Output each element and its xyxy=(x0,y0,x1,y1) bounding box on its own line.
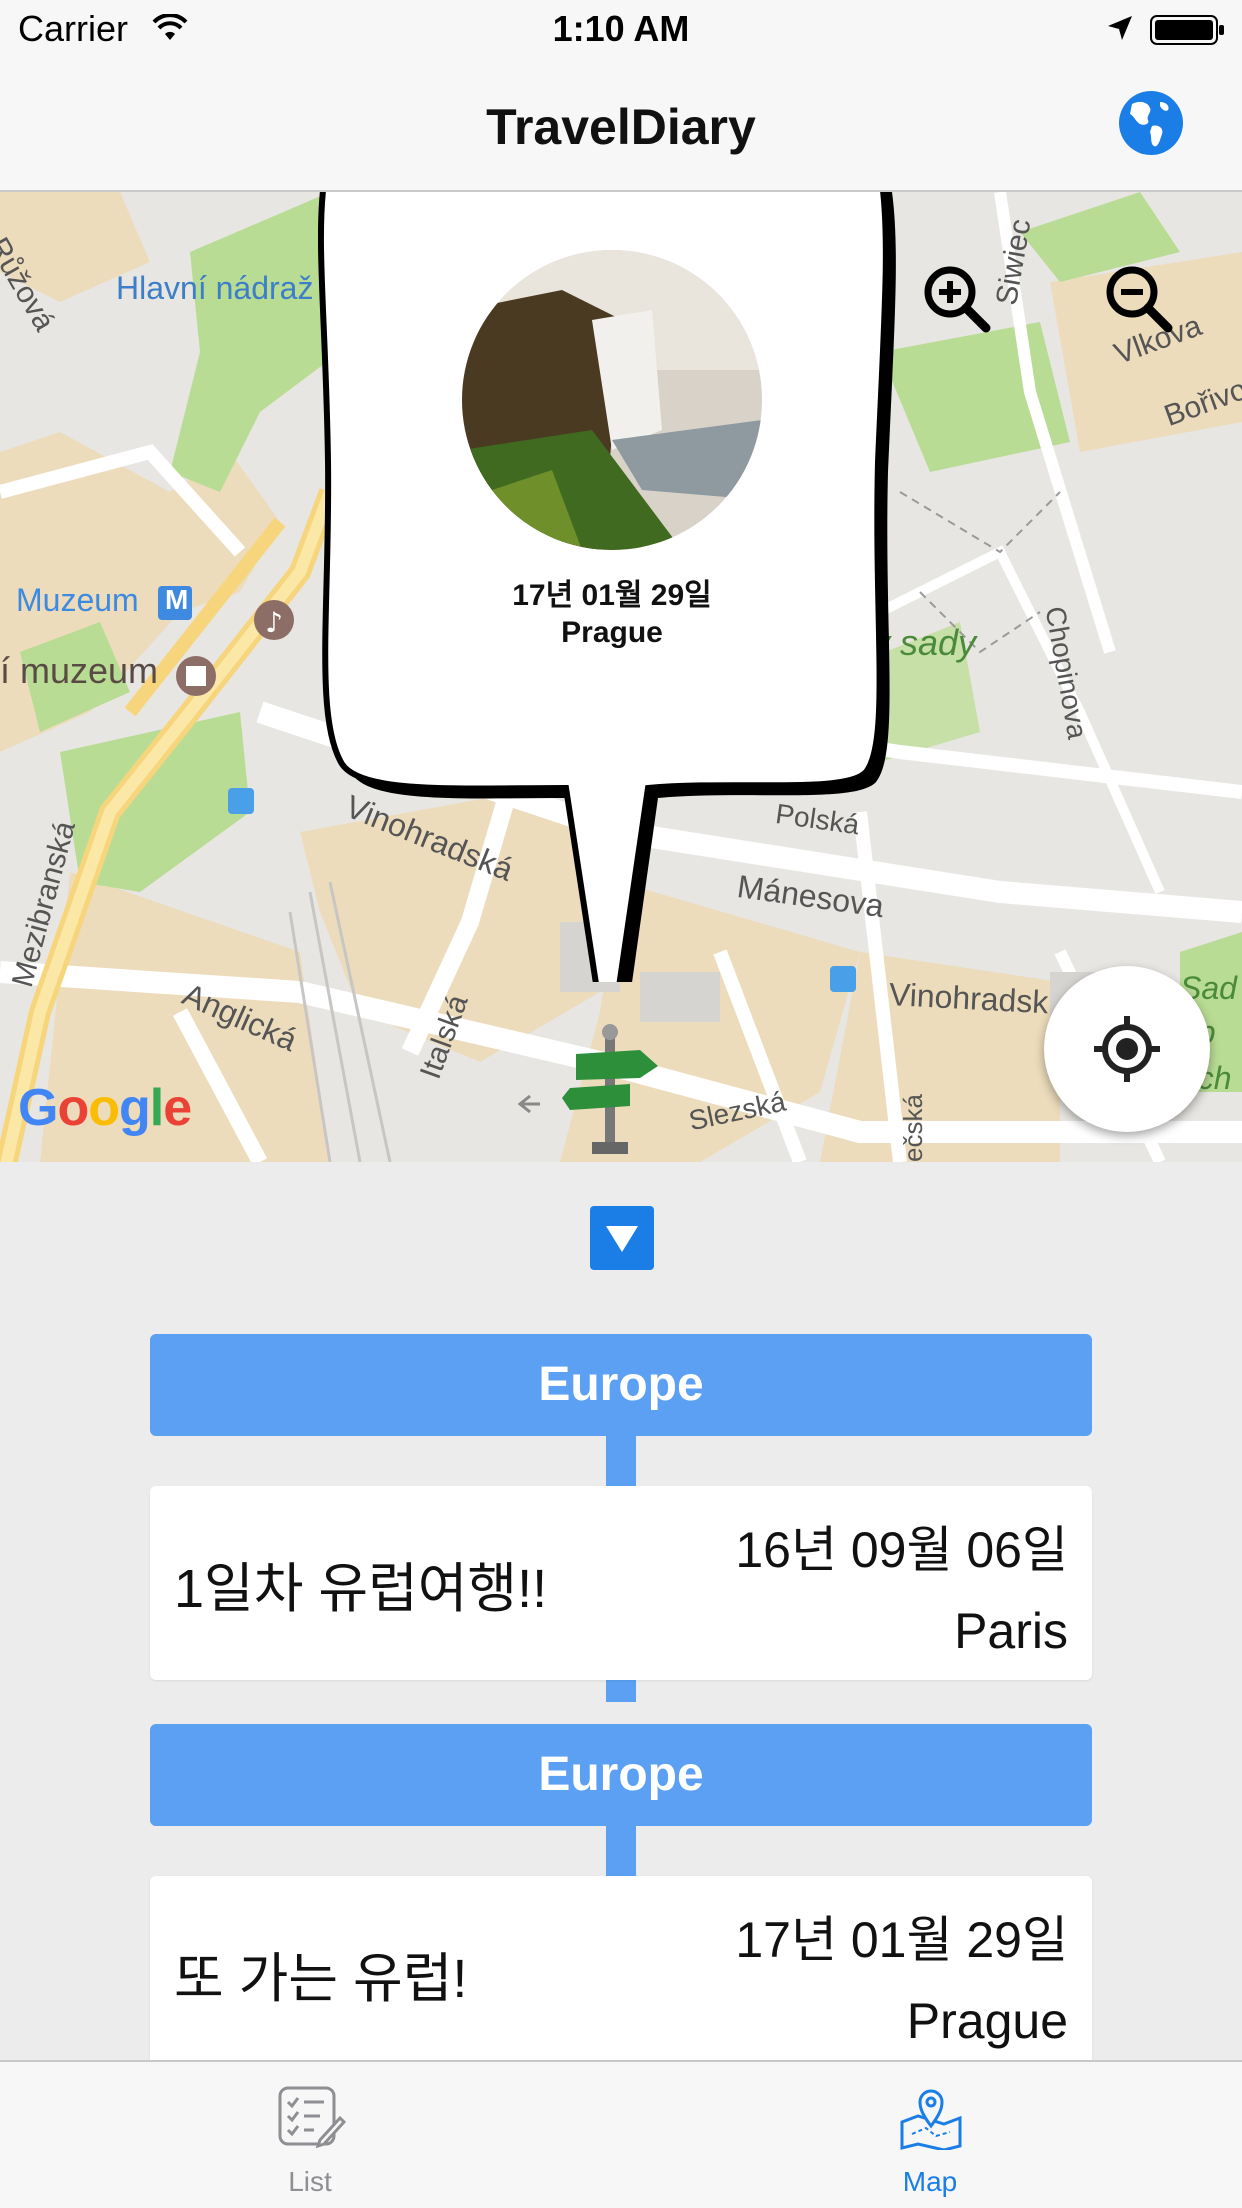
region-header[interactable]: Europe xyxy=(150,1724,1092,1826)
location-arrow-icon xyxy=(1108,16,1132,40)
callout-city: Prague xyxy=(561,616,663,649)
map-pin-icon xyxy=(900,2089,962,2150)
zoom-in-icon[interactable] xyxy=(920,262,992,334)
timeline-connector xyxy=(606,1680,636,1702)
timeline-connector xyxy=(606,1436,636,1486)
map-label-station: Hlavní nádraž xyxy=(116,270,314,306)
metro-icon: M xyxy=(165,584,189,615)
tab-map-label: Map xyxy=(902,2166,958,2197)
trip-date: 17년 01월 29일 xyxy=(735,1912,1068,1968)
triangle-down-icon xyxy=(606,1226,638,1252)
svg-text:♪: ♪ xyxy=(265,606,283,639)
trip-card[interactable]: 또 가는 유럽! 17년 01월 29일 Prague xyxy=(150,1876,1092,2070)
map-label-poi: í muzeum xyxy=(0,650,159,691)
tab-bar: List Map xyxy=(0,2060,1242,2208)
trip-title: 1일차 유럽여행!! xyxy=(174,1559,548,1619)
tab-list-label: List xyxy=(288,2166,332,2197)
tab-map[interactable]: Map xyxy=(830,2062,1030,2208)
trip-city: Paris xyxy=(954,1603,1068,1659)
callout-date: 17년 01월 29일 xyxy=(512,579,712,612)
callout-photo xyxy=(462,250,762,550)
zoom-out-icon[interactable] xyxy=(1102,262,1174,334)
status-bar: Carrier 1:10 AM xyxy=(0,0,1242,62)
crosshair-icon xyxy=(1094,1016,1160,1082)
map-label-street: ečská xyxy=(898,1094,928,1162)
battery-icon xyxy=(1150,15,1224,45)
trip-title: 또 가는 유럽! xyxy=(174,1949,468,2009)
navigation-bar: TravelDiary xyxy=(0,62,1242,192)
trip-date: 16년 09월 06일 xyxy=(735,1522,1068,1578)
my-location-button[interactable] xyxy=(1044,966,1210,1132)
google-logo: Google xyxy=(18,1079,192,1137)
timeline-connector xyxy=(606,1826,636,1876)
map-label-station: Muzeum xyxy=(16,582,139,618)
status-time: 1:10 AM xyxy=(552,8,690,49)
map-view[interactable]: ♪ Růžová Hlavní nádraž Siwiec Vlkova Boř… xyxy=(0,192,1242,1162)
app-title: TravelDiary xyxy=(486,99,756,155)
globe-icon[interactable] xyxy=(1118,90,1184,156)
region-header[interactable]: Europe xyxy=(150,1334,1092,1436)
checklist-icon xyxy=(278,2086,346,2148)
trip-city: Prague xyxy=(906,1993,1068,2049)
trip-card[interactable]: 1일차 유럽여행!! 16년 09월 06일 Paris xyxy=(150,1486,1092,1680)
collapse-map-button[interactable] xyxy=(590,1206,654,1270)
tab-list[interactable]: List xyxy=(210,2062,410,2208)
